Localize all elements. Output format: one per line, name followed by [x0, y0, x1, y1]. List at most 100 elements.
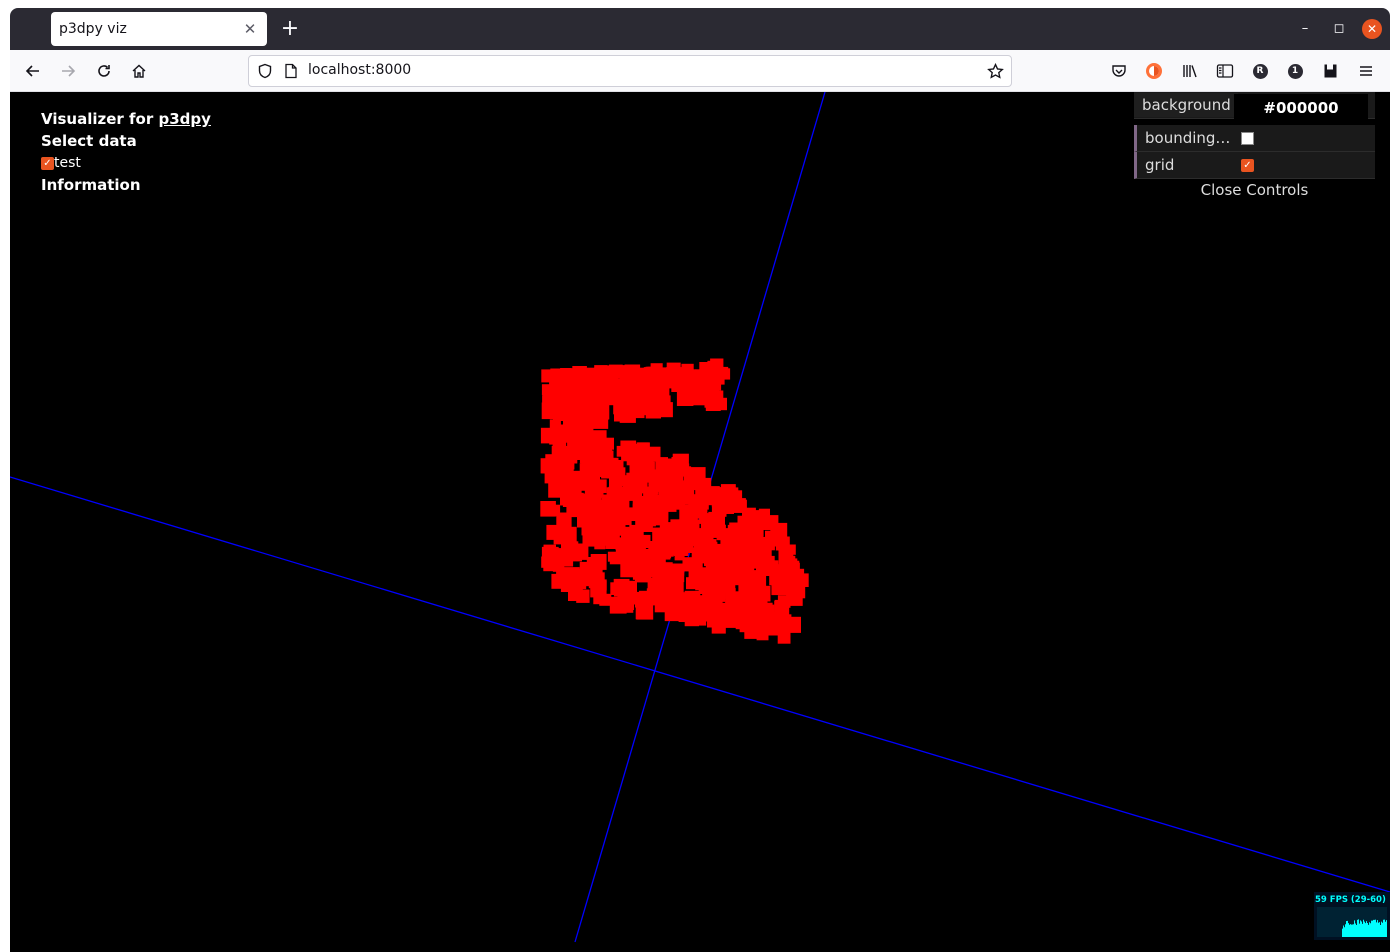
maximize-icon[interactable]: ◻ — [1328, 18, 1350, 40]
page-icon[interactable] — [281, 61, 301, 81]
point — [712, 526, 724, 538]
dataset-option-test[interactable]: ✓ test — [41, 152, 211, 174]
point — [601, 504, 615, 518]
point — [785, 544, 796, 555]
point — [543, 544, 556, 558]
point — [557, 479, 575, 497]
point — [617, 593, 635, 610]
point — [661, 371, 674, 384]
grid-checkbox[interactable]: ✓ — [1241, 158, 1254, 172]
point — [712, 573, 729, 590]
point — [720, 484, 736, 499]
gui-controls: background #000000 bounding… grid ✓ Clos… — [1134, 92, 1375, 201]
point — [727, 608, 743, 624]
url-text[interactable]: localhost:8000 — [308, 62, 411, 78]
point — [613, 494, 630, 510]
library-icon[interactable] — [1179, 60, 1201, 82]
dataset-test-label: test — [54, 155, 81, 171]
url-bar[interactable]: localhost:8000 — [248, 55, 1012, 87]
point — [690, 561, 703, 574]
point — [742, 507, 756, 522]
extension-1-icon[interactable]: 1 — [1284, 60, 1306, 82]
new-tab-button[interactable]: + — [278, 17, 302, 41]
p3dpy-link[interactable]: p3dpy — [158, 110, 210, 128]
point — [608, 390, 620, 402]
point — [594, 538, 606, 550]
forward-icon[interactable] — [55, 58, 81, 84]
point — [669, 564, 684, 578]
point — [727, 524, 739, 536]
minimize-icon[interactable]: – — [1294, 18, 1316, 40]
point — [624, 394, 637, 406]
point — [708, 511, 721, 525]
point — [560, 455, 572, 467]
point — [551, 573, 567, 589]
point — [550, 368, 565, 383]
point-cloud-canvas[interactable] — [10, 92, 1390, 952]
point — [676, 389, 694, 406]
point — [588, 441, 606, 458]
point — [749, 540, 765, 557]
firefox-account-icon[interactable] — [1143, 60, 1165, 82]
point — [623, 380, 636, 393]
point — [544, 472, 556, 484]
background-control[interactable]: background #000000 — [1134, 92, 1375, 120]
point — [725, 591, 740, 606]
point — [560, 383, 578, 400]
point — [598, 527, 609, 538]
back-icon[interactable] — [20, 58, 46, 84]
dataset-test-checkbox[interactable]: ✓ — [41, 156, 54, 170]
pocket-icon[interactable] — [1108, 60, 1130, 82]
grid-control[interactable]: grid ✓ — [1134, 152, 1375, 179]
shield-icon[interactable] — [255, 61, 275, 81]
point — [599, 368, 615, 383]
point-cloud — [540, 358, 809, 644]
fps-meter[interactable]: 59 FPS (29-60) — [1314, 892, 1390, 940]
navigation-toolbar: localhost:8000 R 1 — [10, 50, 1390, 92]
bounding-checkbox[interactable] — [1241, 131, 1254, 145]
menu-icon[interactable] — [1355, 60, 1377, 82]
information-heading: Information — [41, 176, 141, 194]
background-color-input[interactable]: #000000 — [1234, 94, 1368, 120]
point — [552, 560, 565, 572]
extension-r-icon[interactable]: R — [1249, 60, 1271, 82]
point — [624, 526, 638, 540]
point — [774, 599, 787, 612]
sidebar-icon[interactable] — [1214, 60, 1236, 82]
point — [610, 467, 626, 482]
point — [672, 453, 689, 470]
point — [682, 507, 698, 523]
point — [588, 509, 603, 523]
visualizer-viewport[interactable]: Visualizer for p3dpy Select data ✓ test … — [10, 92, 1390, 952]
point — [646, 588, 659, 601]
point — [718, 368, 731, 380]
tab-close-icon[interactable]: ✕ — [239, 18, 261, 40]
window-close-icon[interactable]: ✕ — [1362, 19, 1382, 39]
point — [592, 486, 604, 498]
reload-icon[interactable] — [91, 58, 117, 84]
home-icon[interactable] — [126, 58, 152, 84]
tab-p3dpy-viz[interactable]: p3dpy viz ✕ — [51, 12, 267, 46]
point — [609, 552, 622, 565]
point — [635, 595, 647, 608]
point — [540, 427, 557, 444]
point — [637, 516, 653, 532]
point — [584, 409, 598, 424]
point — [740, 578, 752, 590]
point — [777, 630, 791, 644]
point — [588, 572, 605, 589]
point — [765, 623, 778, 636]
point — [687, 610, 701, 624]
bounding-box-control[interactable]: bounding… — [1134, 125, 1375, 152]
save-icon[interactable] — [1319, 60, 1341, 82]
point — [645, 561, 655, 572]
point — [548, 504, 561, 517]
point — [587, 380, 601, 394]
point — [682, 542, 694, 553]
grid-label: grid — [1145, 156, 1175, 174]
point — [707, 393, 719, 405]
point — [599, 593, 612, 606]
close-controls-button[interactable]: Close Controls — [1134, 179, 1375, 201]
star-icon[interactable] — [985, 61, 1005, 81]
point — [684, 469, 697, 482]
